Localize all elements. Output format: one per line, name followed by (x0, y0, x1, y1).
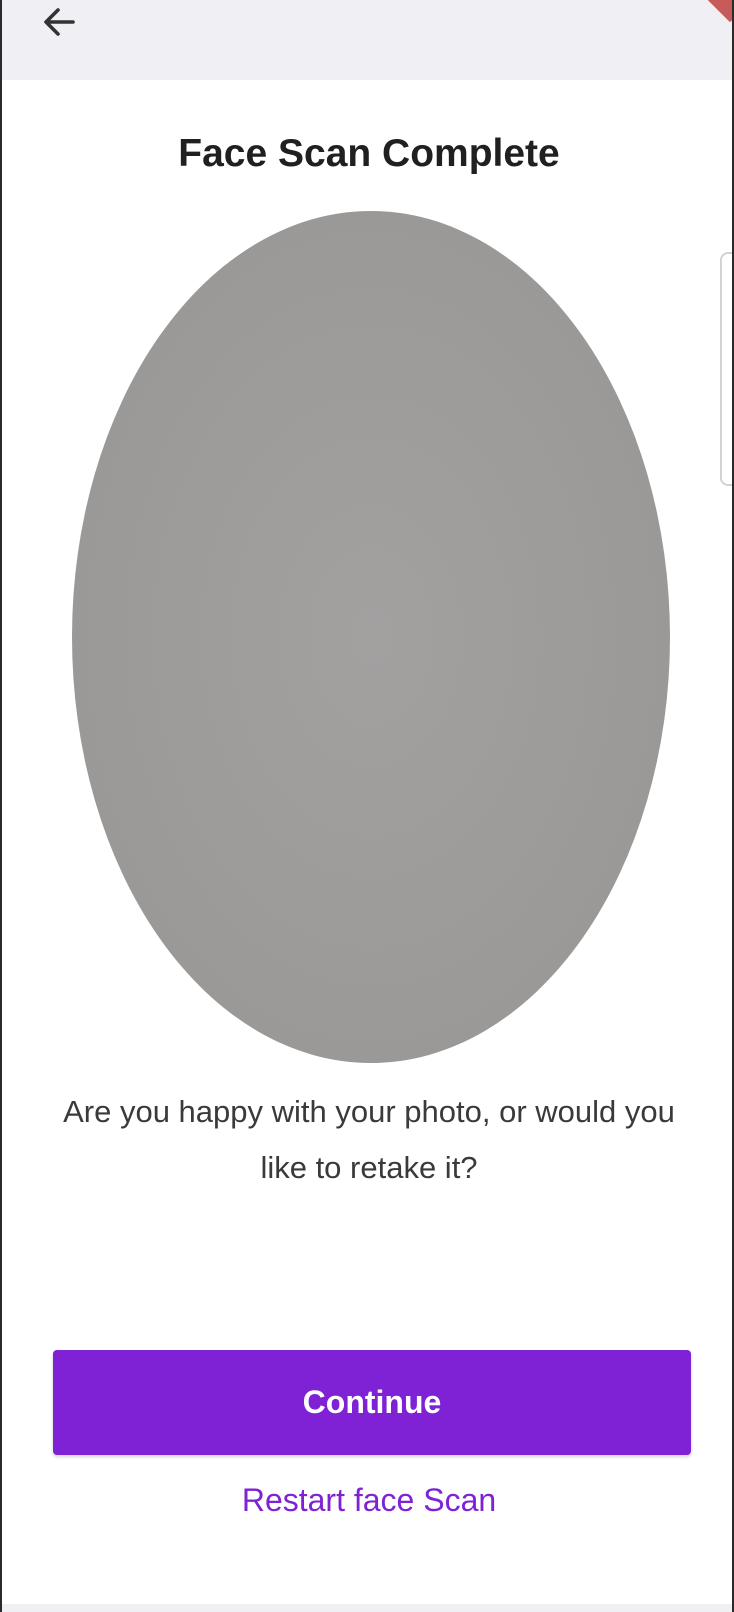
app-bar (2, 0, 732, 80)
face-photo-preview (72, 211, 670, 1063)
confirmation-prompt: Are you happy with your photo, or would … (63, 1094, 675, 1185)
face-scan-screen: Face Scan Complete Are you happy with yo… (2, 0, 732, 1612)
bottom-bar (2, 1604, 732, 1612)
continue-button[interactable]: Continue (53, 1350, 691, 1455)
side-drawer-handle[interactable] (720, 252, 732, 486)
restart-face-scan-link[interactable]: Restart face Scan (2, 1482, 732, 1519)
arrow-left-icon (39, 2, 79, 47)
back-button[interactable] (32, 0, 86, 48)
page-title: Face Scan Complete (178, 132, 560, 175)
